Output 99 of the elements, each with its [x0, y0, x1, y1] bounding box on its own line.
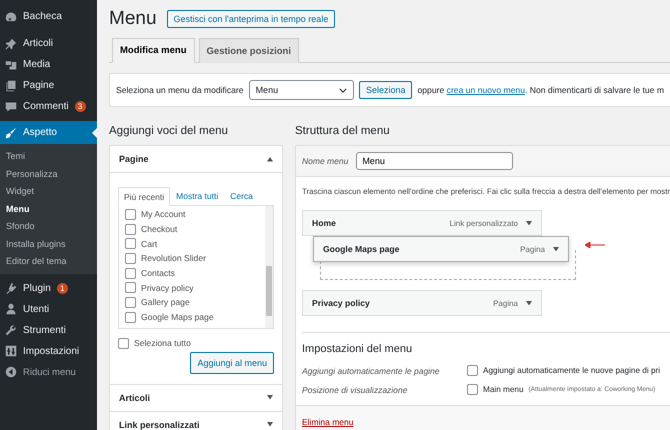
create-menu-note: oppure crea un nuovo menu. Non dimenticarti di salvare le tue m — [417, 85, 664, 95]
media-icon — [5, 58, 17, 70]
section-heading: Aggiungi voci del menu — [109, 125, 229, 137]
tab[interactable]: Modifica menu — [112, 38, 195, 63]
sidebar-label: Impostazioni — [23, 346, 80, 356]
dragged-menu-item[interactable]: Google Maps page Pagina — [313, 236, 569, 262]
submenu-item[interactable]: Personalizza — [0, 166, 97, 183]
triangle-up-icon — [267, 156, 273, 162]
sidebar-label: Media — [23, 59, 50, 70]
sidebar-label: Pagine — [23, 80, 54, 91]
checkbox[interactable] — [125, 268, 136, 279]
sidebar-item[interactable]: Pagine — [0, 75, 97, 96]
sidebar-item[interactable]: Aspetto — [0, 121, 97, 144]
count-badge: 3 — [74, 101, 86, 112]
select-label: Seleziona un menu da modificare — [116, 85, 244, 95]
live-preview-button[interactable]: Gestisci con l'anteprima in tempo reale — [166, 10, 336, 28]
dashboard-icon — [5, 10, 17, 22]
select-button[interactable]: Seleziona — [358, 81, 412, 99]
submenu-item[interactable]: Widget — [0, 183, 97, 200]
speech-bubble-icon — [5, 100, 17, 112]
sidebar-label: Strumenti — [23, 324, 66, 336]
page-label: Checkout — [141, 224, 178, 234]
submenu-item[interactable]: Temi — [0, 148, 97, 166]
sidebar-label: Articoli — [23, 38, 54, 49]
sidebar-label: Bacheca — [23, 11, 62, 22]
menu-item[interactable]: Privacy policy Pagina — [302, 290, 542, 316]
scrollbar[interactable] — [265, 206, 273, 328]
page-label: Google Maps page — [141, 312, 214, 322]
sidebar-item[interactable]: Impostazioni — [0, 340, 97, 362]
tab[interactable]: Cerca — [224, 187, 259, 205]
menu-name-label: Nome menu — [302, 156, 348, 166]
section-heading: Struttura del menu — [295, 125, 391, 137]
sidebar-item[interactable]: Commenti 3 — [0, 96, 97, 117]
sidebar-item[interactable]: Media — [0, 54, 97, 75]
accordion-header[interactable]: Articoli — [110, 384, 282, 412]
page-label: My Account — [141, 209, 186, 220]
collapse-menu-button[interactable]: Riduci menu — [0, 362, 97, 382]
arrow-icon — [585, 242, 605, 248]
create-menu-link[interactable]: crea un nuovo menu — [446, 85, 525, 95]
tab[interactable]: Gestione posizioni — [198, 38, 299, 63]
page-label: Gallery page — [141, 297, 190, 308]
paintbrush-icon — [5, 126, 17, 138]
submenu-item[interactable]: Menu — [0, 200, 97, 218]
sidebar-item[interactable]: Strumenti — [0, 320, 97, 340]
plug-icon — [5, 282, 17, 294]
chevron-down-icon — [338, 88, 347, 92]
count-badge: 1 — [56, 282, 68, 294]
pages-icon — [5, 80, 17, 92]
sidebar-item[interactable]: Articoli — [0, 33, 97, 54]
checkbox[interactable] — [125, 312, 136, 323]
checkbox[interactable] — [125, 282, 136, 294]
triangle-down-icon — [526, 300, 532, 306]
triangle-down-icon — [267, 395, 273, 400]
current-pointer-icon — [92, 128, 97, 138]
tab[interactable]: Mostra tutti — [170, 187, 224, 205]
checkbox[interactable] — [467, 365, 478, 376]
sidebar-label: Commenti — [23, 101, 69, 112]
sidebar-label: Plugin — [23, 282, 51, 294]
checkbox[interactable] — [125, 296, 136, 308]
collapse-icon — [5, 366, 17, 378]
setting-option: Main menu — [483, 385, 524, 394]
checkbox[interactable] — [125, 252, 136, 264]
checkbox[interactable] — [118, 338, 129, 349]
page-label: Cart — [141, 238, 158, 249]
page-label: Contacts — [141, 268, 175, 278]
submenu-item[interactable]: Editor del tema — [0, 253, 97, 270]
menu-name-field[interactable]: Menu — [356, 152, 514, 170]
settings-icon — [5, 345, 17, 357]
delete-menu-link[interactable]: Elimina menu — [302, 417, 354, 427]
accordion-header[interactable]: Link personalizzati — [110, 412, 282, 430]
settings-heading: Impostazioni del menu — [302, 343, 414, 355]
sidebar-label: Utenti — [23, 304, 50, 314]
checkbox[interactable] — [125, 238, 136, 250]
setting-label: Aggiungi automaticamente le pagine — [302, 366, 441, 376]
submenu-item[interactable]: Installa plugins — [0, 236, 97, 253]
page-label: Revolution Slider — [141, 253, 206, 264]
sidebar-label: Aspetto — [23, 127, 57, 138]
menu-dropdown[interactable]: Menu — [248, 80, 354, 100]
wrench-icon — [5, 324, 17, 336]
page-title: Menu — [109, 8, 157, 30]
setting-option: Aggiungi automaticamente le nuove pagine di pri — [483, 366, 660, 375]
checkbox[interactable] — [467, 384, 478, 395]
select-all-label: Seleziona tutto — [134, 338, 191, 348]
triangle-down-icon — [267, 422, 273, 427]
setting-label: Posizione di visualizzazione — [302, 384, 408, 394]
sidebar-item[interactable]: Bacheca — [0, 6, 97, 27]
triangle-down-icon — [526, 220, 532, 226]
sidebar-item[interactable]: Utenti — [0, 298, 97, 320]
page-label: Privacy policy — [141, 282, 194, 293]
checkbox[interactable] — [125, 224, 136, 235]
sidebar-item[interactable]: Plugin 1 — [0, 278, 97, 298]
triangle-down-icon — [553, 246, 559, 252]
person-icon — [5, 303, 17, 315]
tab[interactable]: Più recenti — [118, 187, 170, 206]
submenu-item[interactable]: Sfondo — [0, 218, 97, 236]
menu-item[interactable]: Home Link personalizzato — [302, 210, 542, 236]
pushpin-icon — [5, 38, 17, 50]
add-to-menu-button[interactable]: Aggiungi al menu — [190, 352, 274, 374]
checkbox[interactable] — [125, 208, 136, 220]
